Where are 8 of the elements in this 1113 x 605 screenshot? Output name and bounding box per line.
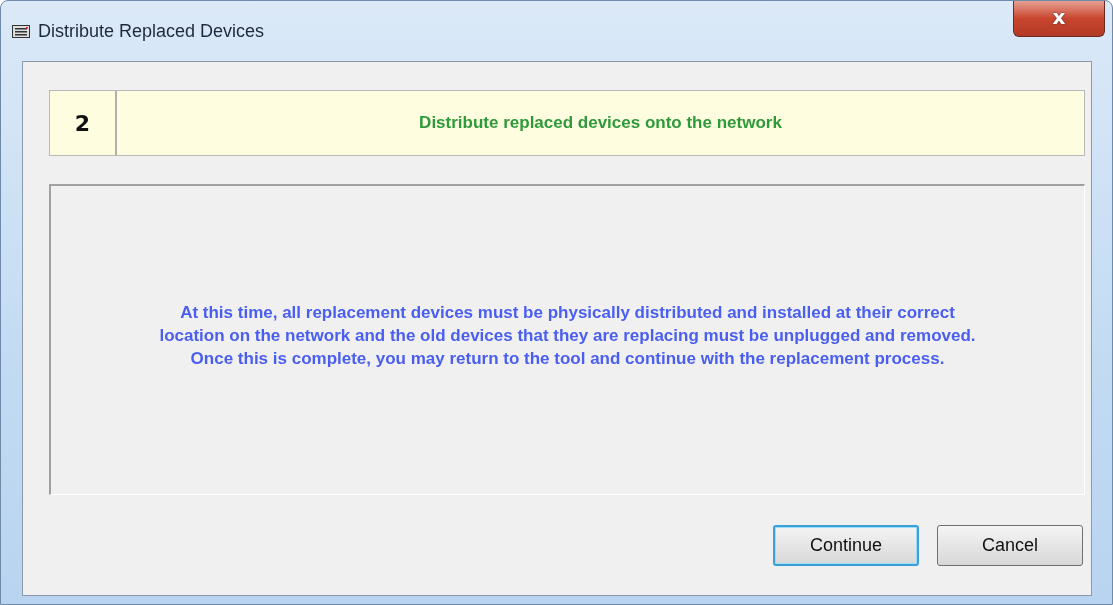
- step-number: 2: [50, 91, 117, 155]
- instruction-message: At this time, all replacement devices must be physically distributed and installed at their correct location on the network and the old devices that they are replacing must be unplugged and removed. Once this is complete, you may return to the tool and continue with the replacement process.: [158, 301, 977, 370]
- window-menu-icon[interactable]: [12, 24, 30, 38]
- window-title: Distribute Replaced Devices: [38, 20, 265, 42]
- step-title: Distribute replaced devices onto the network: [418, 112, 783, 134]
- continue-button[interactable]: Continue: [773, 525, 919, 566]
- close-button[interactable]: x: [1013, 1, 1105, 37]
- cancel-button[interactable]: Cancel: [937, 525, 1083, 566]
